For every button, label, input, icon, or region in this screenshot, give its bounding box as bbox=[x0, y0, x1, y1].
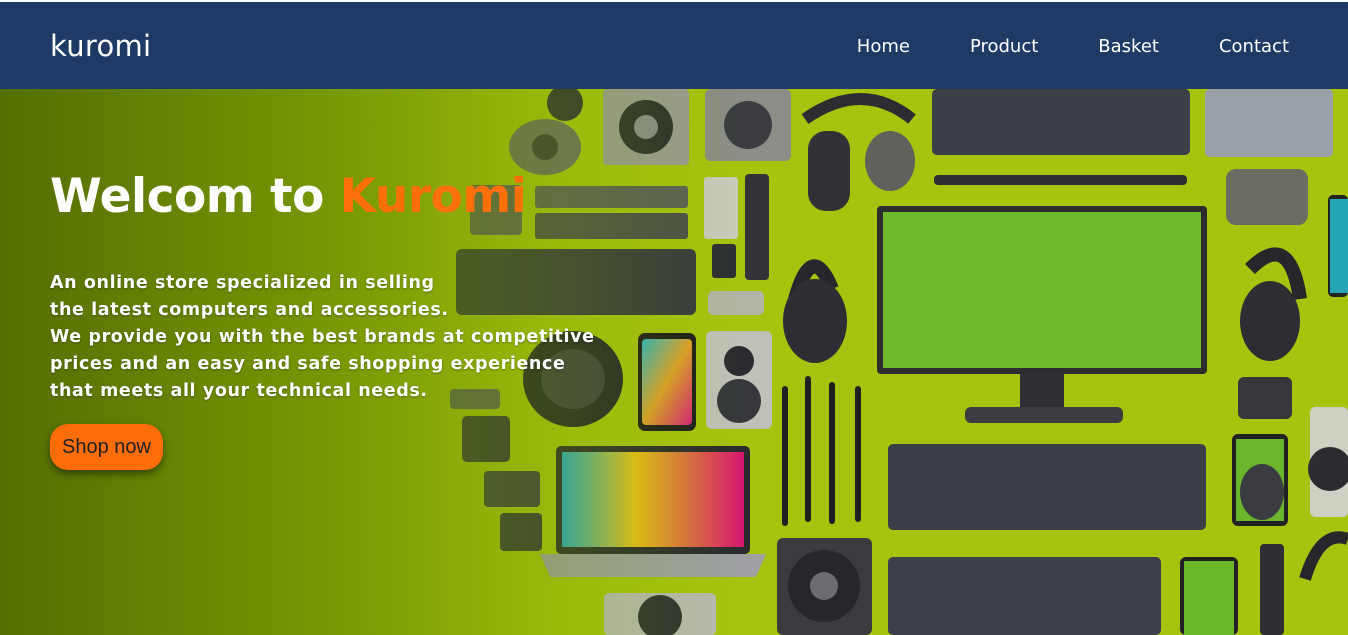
hero-title-prefix: Welcom to bbox=[50, 169, 340, 224]
hero-description-line: the latest computers and accessories. bbox=[50, 300, 449, 320]
nav-contact-link[interactable]: Contact bbox=[1219, 36, 1289, 57]
hero-title: Welcom to Kuromi bbox=[50, 169, 527, 224]
hero-title-accent: Kuromi bbox=[339, 169, 527, 224]
hero-description-line: that meets all your technical needs. bbox=[50, 381, 428, 401]
hero-description-line: We provide you with the best brands at c… bbox=[50, 327, 595, 347]
brand-logo[interactable]: kuromi bbox=[50, 29, 151, 63]
main-nav: Home Product Basket Contact bbox=[857, 36, 1289, 57]
hero-description-line: prices and an easy and safe shopping exp… bbox=[50, 354, 566, 374]
nav-basket-link[interactable]: Basket bbox=[1098, 36, 1159, 57]
navbar: kuromi Home Product Basket Contact bbox=[0, 2, 1348, 89]
hero-section: Welcom to Kuromi An online store special… bbox=[0, 89, 1348, 635]
shop-now-button[interactable]: Shop now bbox=[50, 424, 163, 470]
nav-product-link[interactable]: Product bbox=[970, 36, 1038, 57]
hero-description: An online store specialized in selling t… bbox=[50, 270, 650, 405]
hero-description-line: An online store specialized in selling bbox=[50, 273, 435, 293]
nav-home-link[interactable]: Home bbox=[857, 36, 910, 57]
